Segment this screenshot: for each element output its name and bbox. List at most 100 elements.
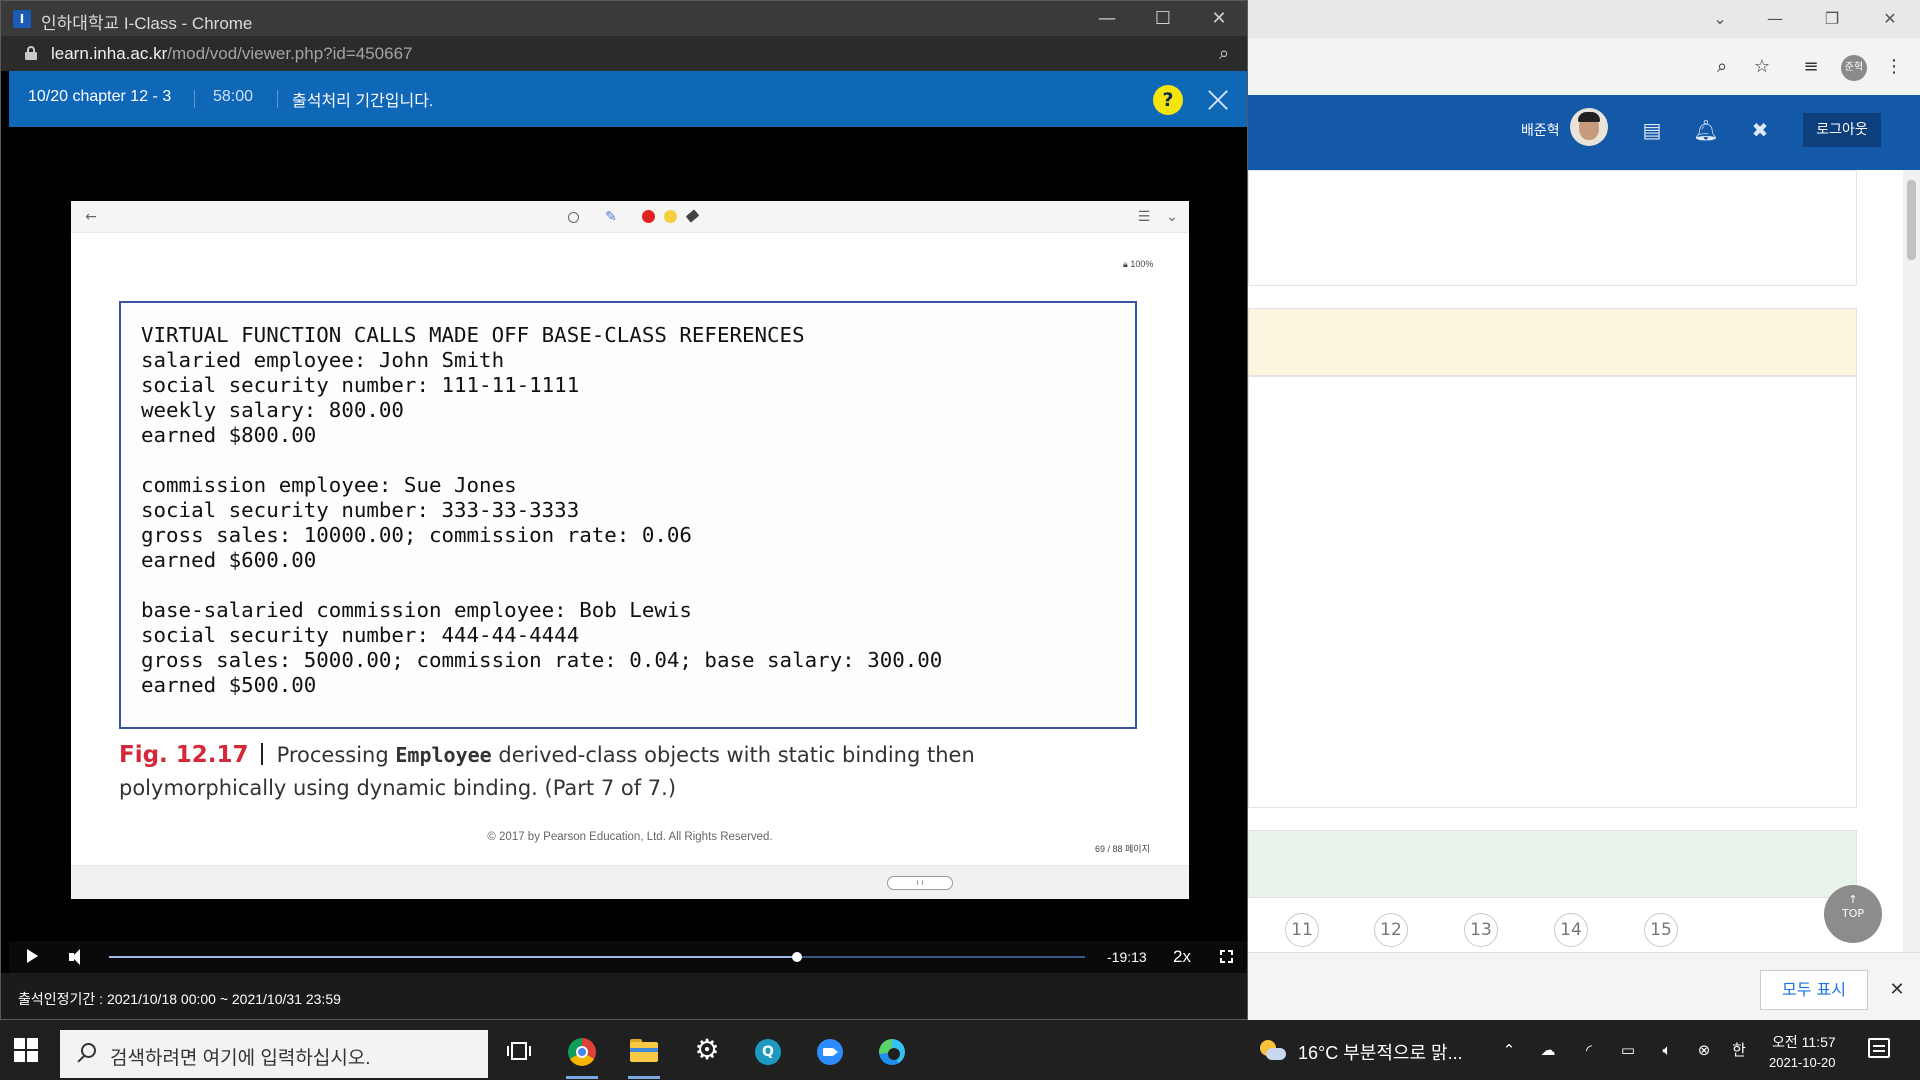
search-app-icon[interactable]: Q — [746, 1030, 790, 1074]
close-window-button[interactable]: ✕ — [1870, 5, 1910, 33]
settings-gear-icon[interactable]: ⚙ — [684, 1030, 728, 1074]
close-download-bar-icon[interactable]: ✕ — [1885, 978, 1909, 1002]
windows-start-icon[interactable] — [14, 1038, 38, 1062]
network-error-icon[interactable]: ⊗ — [1693, 1039, 1715, 1061]
header-divider — [194, 90, 195, 108]
code-line: VIRTUAL FUNCTION CALLS MADE OFF BASE-CLA… — [141, 323, 805, 347]
user-avatar[interactable] — [1570, 108, 1608, 146]
popup-url-bar[interactable]: learn.inha.ac.kr/mod/vod/viewer.php?id=4… — [1, 36, 1247, 71]
tab-search-icon[interactable]: ⌄ — [1700, 5, 1740, 33]
header-divider — [277, 90, 278, 108]
eraser-tool-icon[interactable] — [683, 207, 703, 227]
page-number-button[interactable]: 13 — [1464, 913, 1498, 947]
code-line: gross sales: 5000.00; commission rate: 0… — [141, 648, 943, 672]
code-line: earned $800.00 — [141, 423, 317, 447]
page-number-button[interactable]: 14 — [1554, 913, 1588, 947]
weather-status[interactable]: 16°C 부분적으로 맑... — [1298, 1039, 1463, 1065]
logout-button[interactable]: 로그아웃 — [1803, 113, 1881, 147]
bookmark-star-icon[interactable]: ☆ — [1748, 53, 1776, 81]
figure-label: Fig. 12.17 — [119, 742, 249, 768]
video-area[interactable]: ← ✎ ☰ ⌄ 🔒︎ 100% VIRTUAL FUNCTION CALLS M… — [9, 127, 1247, 941]
file-explorer-icon[interactable] — [622, 1030, 666, 1079]
pen-tool-icon[interactable]: ✎ — [601, 207, 621, 227]
popup-window-title: 인하대학교 I-Class - Chrome — [41, 14, 253, 33]
clock-date[interactable]: 2021-10-20 — [1769, 1055, 1836, 1070]
red-color-swatch[interactable] — [639, 207, 659, 227]
url-host: learn.inha.ac.kr — [51, 44, 168, 63]
weather-partly-sunny-icon[interactable] — [1260, 1040, 1286, 1062]
progress-thumb[interactable] — [792, 952, 803, 962]
page-scrollbar[interactable] — [1903, 170, 1920, 952]
notification-bell-icon[interactable]: 🔔︎ — [1692, 116, 1720, 144]
edge-app-icon[interactable] — [870, 1030, 914, 1074]
action-center-icon[interactable] — [1868, 1038, 1890, 1058]
tray-expand-chevron-icon[interactable]: ⌃ — [1498, 1039, 1520, 1061]
popup-minimize-button[interactable]: — — [1085, 5, 1129, 33]
popup-maximize-button[interactable]: ☐ — [1141, 5, 1185, 33]
popup-close-button[interactable]: ✕ — [1197, 5, 1241, 33]
slide-footer: ı ı — [71, 865, 1189, 899]
clock-time[interactable]: 오전 11:57 — [1772, 1032, 1836, 1052]
search-placeholder: 검색하려면 여기에 입력하십시오. — [110, 1048, 371, 1069]
progress-bar[interactable] — [109, 952, 1085, 962]
code-line: social security number: 111-11-1111 — [141, 373, 580, 397]
code-line: base-salaried commission employee: Bob L… — [141, 598, 692, 622]
site-favicon-icon: I — [13, 10, 31, 28]
code-line: social security number: 444-44-4444 — [141, 623, 580, 647]
wifi-icon[interactable]: ◜ — [1578, 1039, 1600, 1061]
viewer-toolbar: ← ✎ ☰ ⌄ — [71, 201, 1189, 233]
task-view-icon[interactable] — [498, 1030, 542, 1074]
volume-icon[interactable] — [69, 948, 87, 966]
zoom-icon[interactable]: ⌕ — [1708, 53, 1736, 81]
fullscreen-icon[interactable] — [1220, 950, 1233, 963]
copyright-notice: © 2017 by Pearson Education, Ltd. All Ri… — [487, 831, 773, 843]
help-button[interactable]: ? — [1153, 85, 1183, 115]
page-number-button[interactable]: 11 — [1285, 913, 1319, 947]
play-button[interactable] — [27, 949, 38, 963]
zoom-level: 100% — [1130, 259, 1154, 269]
vod-viewer-window: I 인하대학교 I-Class - Chrome — ☐ ✕ learn.inh… — [0, 0, 1248, 1020]
slide-scroll-handle[interactable]: ı ı — [887, 876, 953, 890]
user-name[interactable]: 배준혁 — [1521, 120, 1560, 140]
page-number-button[interactable]: 12 — [1374, 913, 1408, 947]
zoom-icon[interactable]: ⌕ — [1211, 41, 1237, 67]
minimize-button[interactable]: — — [1755, 5, 1795, 33]
scroll-top-button[interactable]: ↑ TOP — [1824, 885, 1882, 943]
dashboard-icon[interactable]: ▤ — [1638, 116, 1666, 144]
code-line: gross sales: 10000.00; commission rate: … — [141, 523, 692, 547]
zoom-app-icon[interactable] — [808, 1030, 852, 1074]
chevron-down-icon[interactable]: ⌄ — [1162, 207, 1182, 227]
profile-avatar[interactable]: 준혁 — [1841, 55, 1867, 81]
reading-list-icon[interactable]: ≡ — [1797, 53, 1825, 81]
circle-tool-icon[interactable] — [563, 207, 583, 227]
code-line: earned $500.00 — [141, 673, 317, 697]
yellow-color-swatch[interactable] — [661, 207, 681, 227]
zoom-indicator: 🔒︎ 100% — [1123, 259, 1153, 270]
content-panel — [1248, 170, 1857, 286]
show-all-downloads-button[interactable]: 모두 표시 — [1760, 970, 1868, 1010]
onedrive-cloud-icon[interactable]: ☁ — [1537, 1039, 1559, 1061]
lecture-title: 10/20 chapter 12 - 3 — [28, 88, 172, 105]
chrome-app-icon[interactable] — [560, 1030, 604, 1079]
caption-divider — [260, 743, 263, 765]
lock-icon[interactable] — [25, 46, 37, 60]
attendance-footer: 출석인정기간 : 2021/10/18 00:00 ~ 2021/10/31 2… — [1, 973, 1247, 1019]
attendance-status-message: 출석처리 기간입니다. — [292, 93, 434, 110]
page-number-button[interactable]: 15 — [1644, 913, 1678, 947]
outline-menu-icon[interactable]: ☰ — [1134, 207, 1154, 227]
close-player-button[interactable] — [1205, 87, 1231, 113]
url-text[interactable]: learn.inha.ac.kr/mod/vod/viewer.php?id=4… — [51, 44, 413, 64]
player-header: 10/20 chapter 12 - 3 58:00 출석처리 기간입니다. ? — [9, 71, 1247, 127]
restore-button[interactable]: ❐ — [1812, 5, 1852, 33]
speaker-icon[interactable]: 🔈︎ — [1656, 1039, 1678, 1061]
ime-language-indicator[interactable]: 한 — [1728, 1039, 1750, 1061]
taskbar-search-box[interactable]: 검색하려면 여기에 입력하십시오. — [60, 1030, 488, 1078]
menu-dots-icon[interactable]: ⋮ — [1880, 53, 1908, 81]
lecture-duration: 58:00 — [213, 88, 254, 105]
playback-speed-button[interactable]: 2x — [1173, 947, 1191, 967]
battery-icon[interactable]: ▭ — [1617, 1039, 1639, 1061]
figure-caption: Fig. 12.17 Processing Employee derived-cl… — [119, 739, 1119, 805]
back-arrow-icon[interactable]: ← — [81, 207, 101, 227]
settings-tool-icon[interactable]: ✖ — [1746, 116, 1774, 144]
